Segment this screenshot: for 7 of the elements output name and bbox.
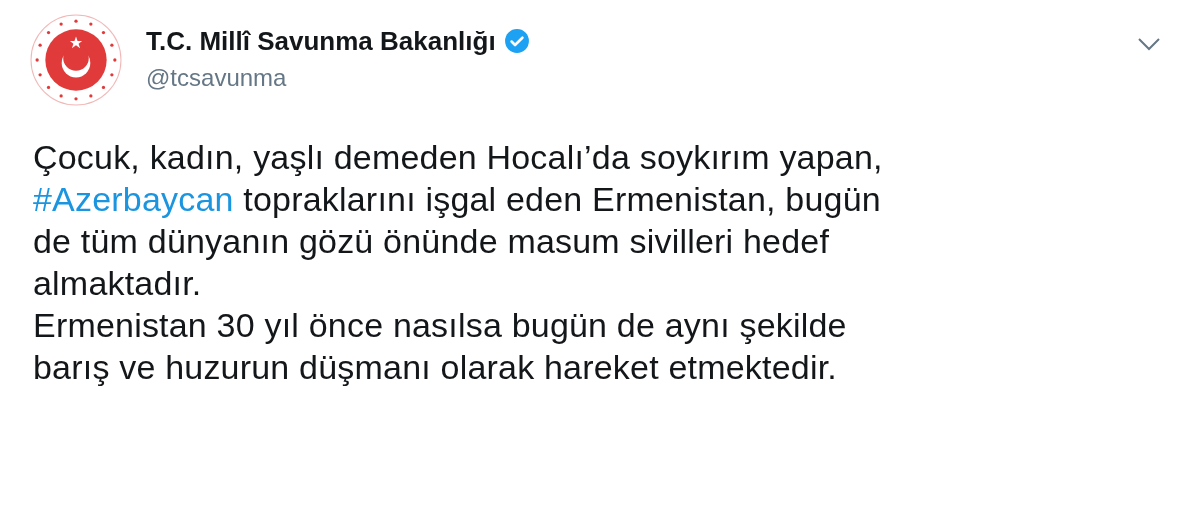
tweet-text: Çocuk, kadın, yaşlı demeden Hocalı’da soykırım yapan, #Azerbaycan topraklarını işgal eden Ermenistan, bugün de tüm dünyanın gözü önünde masum sivilleri hedef almaktadır. [33, 137, 884, 304]
emblem-icon [30, 14, 122, 106]
hashtag-link[interactable]: #Azerbaycan [33, 180, 234, 218]
account-name: T.C. Millî Savunma Bakanlığı [146, 25, 496, 58]
account-handle: @tcsavunma [146, 63, 288, 93]
tweet-text: Ermenistan 30 yıl önce nasılsa bugün de aynı şekilde barış ve huzurun düşmanı olarak hareket etmektedir. [33, 305, 848, 388]
chevron-down-icon[interactable] [1136, 36, 1162, 52]
